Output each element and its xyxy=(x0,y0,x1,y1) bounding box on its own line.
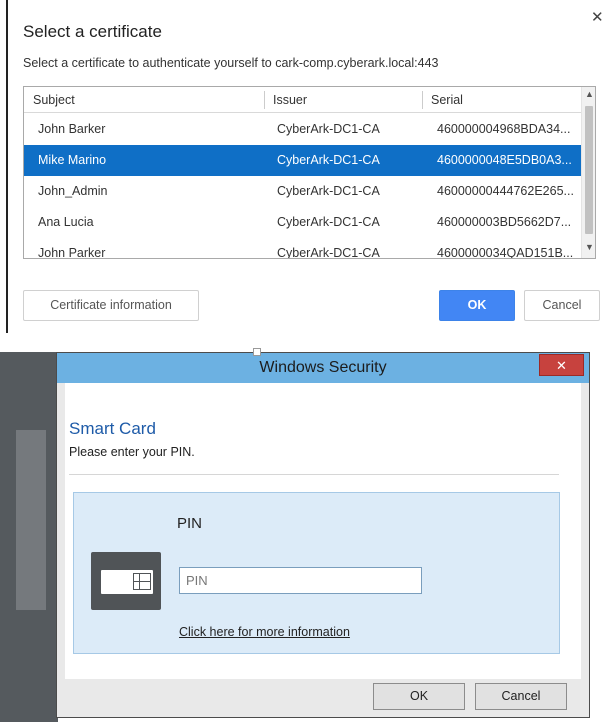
scrollbar-thumb[interactable] xyxy=(585,106,593,234)
pin-label: PIN xyxy=(177,515,203,532)
cancel-button[interactable]: Cancel xyxy=(524,290,600,321)
list-item[interactable]: John Parker CyberArk-DC1-CA 4600000034QA… xyxy=(24,238,581,259)
chip-icon xyxy=(133,573,151,590)
cert-issuer: CyberArk-DC1-CA xyxy=(277,215,380,229)
cancel-button[interactable]: Cancel xyxy=(475,683,567,710)
cert-subject: Ana Lucia xyxy=(38,215,94,229)
cert-issuer: CyberArk-DC1-CA xyxy=(277,153,380,167)
cert-serial: 46000000444762E265... xyxy=(437,184,574,198)
chevron-up-icon[interactable]: ▲ xyxy=(582,87,595,102)
certificate-list[interactable]: Subject Issuer Serial John Barker CyberA… xyxy=(23,86,596,259)
certificate-dialog: ✕ Select a certificate Select a certific… xyxy=(0,0,608,333)
column-header-issuer[interactable]: Issuer xyxy=(264,87,422,113)
resize-handle[interactable] xyxy=(253,348,261,356)
smart-card-heading: Smart Card xyxy=(69,419,156,438)
column-header-serial[interactable]: Serial xyxy=(422,87,581,113)
ok-button[interactable]: OK xyxy=(439,290,515,321)
ok-button[interactable]: OK xyxy=(373,683,465,710)
close-icon[interactable]: ✕ xyxy=(539,354,584,376)
cert-serial: 4600000048E5DB0A3... xyxy=(437,153,572,167)
window-edge xyxy=(6,0,8,333)
divider xyxy=(69,474,559,475)
background-window-detail xyxy=(16,430,46,610)
cert-subject: Mike Marino xyxy=(38,153,107,167)
pin-instructions: Please enter your PIN. xyxy=(69,445,195,459)
column-header-subject[interactable]: Subject xyxy=(24,87,264,113)
cert-serial: 460000003BD5662D7... xyxy=(437,215,572,229)
cert-subject: John_Admin xyxy=(38,184,108,198)
list-header: Subject Issuer Serial xyxy=(24,87,581,113)
list-item[interactable]: John Barker CyberArk-DC1-CA 460000004968… xyxy=(24,114,581,145)
list-item[interactable]: John_Admin CyberArk-DC1-CA 4600000044476… xyxy=(24,176,581,207)
cert-serial: 4600000034QAD151B... xyxy=(437,246,574,259)
pin-panel: PIN Click here for more information xyxy=(73,492,560,654)
list-item[interactable]: Ana Lucia CyberArk-DC1-CA 460000003BD566… xyxy=(24,207,581,238)
dialog-body: Smart Card Please enter your PIN. PIN Cl… xyxy=(65,383,581,679)
cert-issuer: CyberArk-DC1-CA xyxy=(277,246,380,259)
smart-card-reader-icon xyxy=(91,552,161,610)
vertical-scrollbar[interactable]: ▲ ▼ xyxy=(581,87,595,258)
list-item-selected[interactable]: Mike Marino CyberArk-DC1-CA 4600000048E5… xyxy=(24,145,581,176)
cert-issuer: CyberArk-DC1-CA xyxy=(277,122,380,136)
cert-subject: John Barker xyxy=(38,122,106,136)
cert-serial: 460000004968BDA34... xyxy=(437,122,571,136)
pin-input[interactable] xyxy=(179,567,422,594)
chevron-down-icon[interactable]: ▼ xyxy=(582,240,595,255)
windows-security-dialog: Windows Security ✕ Smart Card Please ent… xyxy=(56,352,590,718)
dialog-prompt: Select a certificate to authenticate you… xyxy=(23,56,439,70)
cert-issuer: CyberArk-DC1-CA xyxy=(277,184,380,198)
window-title: Windows Security xyxy=(259,359,387,376)
cert-subject: John Parker xyxy=(38,246,106,259)
smart-card-icon xyxy=(101,570,153,594)
dialog-title: Select a certificate xyxy=(23,22,162,41)
more-information-link[interactable]: Click here for more information xyxy=(179,625,350,639)
close-icon[interactable]: ✕ xyxy=(591,10,604,26)
certificate-information-button[interactable]: Certificate information xyxy=(23,290,199,321)
